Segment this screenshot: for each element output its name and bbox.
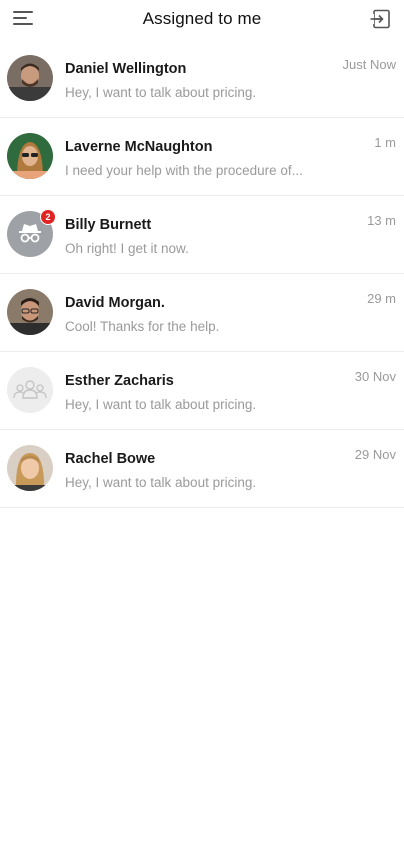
group-icon — [7, 367, 53, 413]
sign-out-icon[interactable] — [370, 8, 392, 30]
timestamp: 29 m — [367, 291, 396, 306]
conversation-row[interactable]: David Morgan. Cool! Thanks for the help.… — [0, 274, 404, 352]
avatar — [7, 289, 53, 335]
contact-name: Daniel Wellington — [65, 61, 187, 77]
app: Assigned to me Daniel Wellington Hey, I … — [0, 0, 404, 845]
message-preview: Cool! Thanks for the help. — [65, 319, 220, 334]
message-preview: Hey, I want to talk about pricing. — [65, 397, 257, 412]
hamburger-menu-icon[interactable] — [13, 11, 35, 29]
header: Assigned to me — [0, 0, 404, 38]
contact-name: Rachel Bowe — [65, 451, 156, 467]
contact-name: Laverne McNaughton — [65, 139, 213, 155]
avatar — [7, 445, 53, 491]
unread-badge: 2 — [40, 209, 56, 225]
conversation-row[interactable]: 2 Billy Burnett Oh right! I get it now. … — [0, 196, 404, 274]
timestamp: Just Now — [342, 57, 396, 72]
message-preview: I need your help with the procedure of..… — [65, 163, 303, 178]
message-preview: Oh right! I get it now. — [65, 241, 189, 256]
timestamp: 13 m — [367, 213, 396, 228]
timestamp: 1 m — [374, 135, 396, 150]
contact-name: Billy Burnett — [65, 217, 152, 233]
conversation-row[interactable]: Laverne McNaughton I need your help with… — [0, 118, 404, 196]
contact-name: David Morgan. — [65, 295, 165, 311]
page-title: Assigned to me — [142, 9, 262, 28]
timestamp: 30 Nov — [354, 369, 396, 384]
avatar — [7, 133, 53, 179]
avatar — [7, 55, 53, 101]
message-preview: Hey, I want to talk about pricing. — [65, 475, 257, 490]
contact-name: Esther Zacharis — [65, 373, 174, 389]
conversation-list: Daniel Wellington Hey, I want to talk ab… — [0, 40, 404, 508]
timestamp: 29 Nov — [354, 447, 396, 462]
message-preview: Hey, I want to talk about pricing. — [65, 85, 257, 100]
conversation-row[interactable]: Esther Zacharis Hey, I want to talk abou… — [0, 352, 404, 430]
conversation-row[interactable]: Daniel Wellington Hey, I want to talk ab… — [0, 40, 404, 118]
conversation-row[interactable]: Rachel Bowe Hey, I want to talk about pr… — [0, 430, 404, 508]
